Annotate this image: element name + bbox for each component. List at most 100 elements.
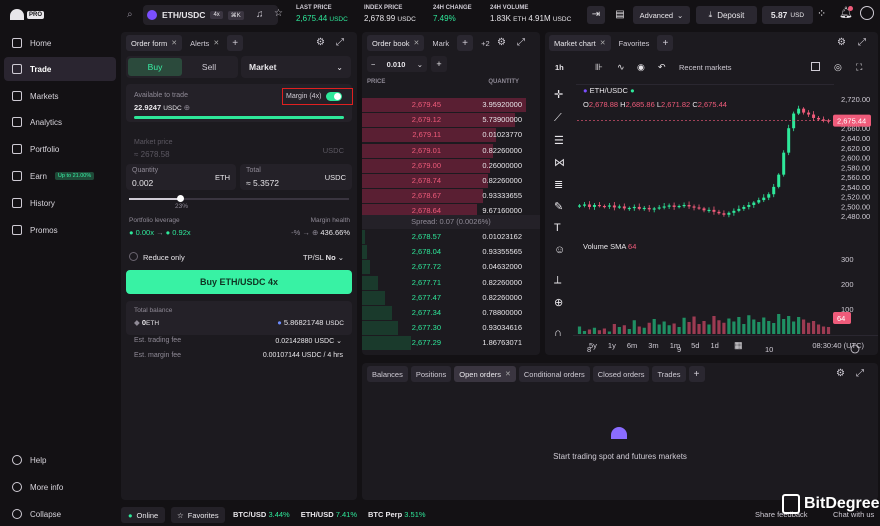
tab-closed-orders[interactable]: Closed orders bbox=[592, 366, 650, 382]
tab-alerts[interactable]: Alerts ✕ bbox=[185, 35, 224, 51]
buy-tab[interactable]: Buy bbox=[128, 58, 182, 76]
advanced-dropdown[interactable]: Advanced ⌄ bbox=[633, 6, 690, 24]
apps-grid-icon[interactable]: ⁘ bbox=[817, 7, 826, 20]
fullscreen-icon[interactable]: ⛶ bbox=[856, 62, 862, 73]
range-5y[interactable]: 5y bbox=[589, 341, 597, 350]
sidebar-item-more-info[interactable]: More info bbox=[4, 475, 116, 499]
online-indicator[interactable]: ● Online bbox=[121, 507, 166, 523]
settings-gear-icon[interactable]: ⚙ bbox=[837, 37, 846, 48]
search-icon[interactable]: ⌕ bbox=[127, 9, 133, 20]
quantity-field[interactable]: Quantity 0.002 ETH bbox=[126, 164, 236, 190]
ask-row[interactable]: 2,678.67 0.93333655 bbox=[362, 189, 526, 204]
settings-gear-icon[interactable]: ⚙ bbox=[836, 368, 845, 379]
tab-order-form[interactable]: Order form ✕ bbox=[126, 35, 183, 51]
tab-market-chart[interactable]: Market chart ✕ bbox=[549, 35, 611, 51]
undo-icon[interactable]: ↶ bbox=[658, 62, 666, 73]
add-tab-icon[interactable]: + bbox=[657, 35, 674, 51]
recent-markets[interactable]: Recent markets bbox=[679, 63, 732, 72]
tab-trades[interactable]: Trades bbox=[652, 366, 686, 382]
fee-value[interactable]: 0.02142880 USDC ⌄ bbox=[275, 337, 342, 345]
tab-open-orders[interactable]: Open orders ✕ bbox=[454, 366, 516, 382]
total-field[interactable]: Total ≈ 5.3572 USDC bbox=[240, 164, 352, 190]
expand-arrows-icon[interactable]: ⤢ bbox=[517, 37, 525, 48]
sidebar-item-label: Trade bbox=[30, 64, 52, 74]
sidebar-item-analytics[interactable]: Analytics bbox=[4, 110, 116, 134]
tab-mark[interactable]: Mark bbox=[427, 35, 454, 51]
tab-positions[interactable]: Positions bbox=[410, 366, 452, 382]
kraken-pro-logo[interactable]: PRO bbox=[10, 9, 45, 20]
sidebar-item-help[interactable]: Help bbox=[4, 448, 116, 472]
bid-row[interactable]: 2,677.47 0.82260000 bbox=[362, 290, 526, 306]
calendar-icon[interactable]: ▦ bbox=[734, 340, 743, 351]
submit-buy-button[interactable]: Buy ETH/USDC 4x bbox=[126, 270, 352, 294]
balance-button[interactable]: 5.87 USD bbox=[762, 6, 813, 24]
ask-row[interactable]: 2,679.01 0.82260000 bbox=[362, 143, 526, 159]
ticker-item[interactable]: ETH/USD 7.41% bbox=[301, 510, 357, 519]
add-tab-icon[interactable]: + bbox=[688, 366, 705, 382]
expand-icon[interactable]: ⇥ bbox=[587, 6, 605, 24]
reduce-only-checkbox[interactable] bbox=[129, 252, 138, 261]
ask-row[interactable]: 2,679.11 0.01023770 bbox=[362, 128, 526, 143]
bid-row[interactable]: 2,678.57 0.01023162 bbox=[362, 230, 526, 245]
margin-toggle[interactable] bbox=[326, 92, 343, 101]
settings-gear-icon[interactable]: ⚙ bbox=[497, 37, 506, 48]
bid-row[interactable]: 2,677.71 0.82260000 bbox=[362, 275, 526, 291]
sidebar-item-collapse[interactable]: Collapse bbox=[4, 502, 116, 526]
range-1d[interactable]: 1d bbox=[710, 341, 718, 350]
range-1m[interactable]: 1m bbox=[670, 341, 680, 350]
sidebar-item-trade[interactable]: Trade bbox=[4, 57, 116, 81]
tab-conditional-orders[interactable]: Conditional orders bbox=[518, 366, 590, 382]
favorites-button[interactable]: ☆ Favorites bbox=[171, 507, 225, 523]
bid-row[interactable]: 2,677.72 0.04632000 bbox=[362, 260, 526, 275]
bid-row[interactable]: 2,678.04 0.93355565 bbox=[362, 245, 526, 260]
profile-icon[interactable] bbox=[860, 6, 874, 20]
eye-icon[interactable]: ◉ bbox=[637, 62, 645, 73]
expand-arrows-icon[interactable]: ⤢ bbox=[856, 368, 864, 379]
bell-icon[interactable]: ♫ bbox=[256, 9, 264, 20]
ask-row[interactable]: 2,679.00 0.26000000 bbox=[362, 158, 526, 174]
sidebar-item-markets[interactable]: Markets bbox=[4, 84, 116, 108]
sell-tab[interactable]: Sell bbox=[182, 58, 236, 76]
add-tab-icon[interactable]: + bbox=[457, 35, 474, 51]
order-type-select[interactable]: Market ⌄ bbox=[241, 56, 351, 78]
ticker-item[interactable]: BTC/USD 3.44% bbox=[233, 510, 290, 519]
bid-row[interactable]: 2,677.30 0.93034616 bbox=[362, 321, 526, 336]
sidebar-item-earn[interactable]: Earn Up to 21.00% bbox=[4, 164, 116, 188]
interval-select[interactable]: 1h bbox=[555, 63, 564, 72]
tpsl-select[interactable]: TP/SL No ⌄ bbox=[303, 253, 344, 262]
tab-order-book[interactable]: Order book ✕ bbox=[367, 35, 425, 51]
range-1y[interactable]: 1y bbox=[608, 341, 616, 350]
deposit-button[interactable]: ⤓ Deposit bbox=[696, 6, 757, 24]
tab-favorites[interactable]: Favorites bbox=[614, 35, 655, 51]
checkbox-icon[interactable] bbox=[811, 62, 820, 71]
ticker-item[interactable]: BTC Perp 3.51% bbox=[368, 510, 426, 519]
range-5d[interactable]: 5d bbox=[691, 341, 699, 350]
sidebar-item-label: Promos bbox=[30, 225, 58, 235]
ask-row[interactable]: 2,679.45 3.95920000 bbox=[362, 98, 526, 113]
indicators-icon[interactable]: ∿ bbox=[617, 62, 625, 73]
sidebar-item-promos[interactable]: Promos bbox=[4, 218, 116, 242]
settings-gear-icon[interactable]: ⚙ bbox=[316, 37, 325, 48]
expand-arrows-icon[interactable]: ⤢ bbox=[336, 37, 344, 48]
ask-row[interactable]: 2,678.74 0.82260000 bbox=[362, 174, 526, 189]
sidebar-item-home[interactable]: Home bbox=[4, 31, 116, 55]
layout-icon[interactable]: ▤ bbox=[611, 6, 629, 24]
range-6m[interactable]: 6m bbox=[627, 341, 637, 350]
bid-row[interactable]: 2,677.29 1.86763071 bbox=[362, 336, 526, 351]
price-step-stepper[interactable]: −0.010 ⌄ bbox=[367, 56, 427, 72]
camera-icon[interactable]: ◎ bbox=[834, 62, 842, 73]
candles-icon[interactable]: ⊪ bbox=[595, 62, 603, 73]
sidebar-item-portfolio[interactable]: Portfolio bbox=[4, 137, 116, 161]
bid-row[interactable]: 2,677.34 0.78800000 bbox=[362, 306, 526, 321]
more-tabs[interactable]: +2 bbox=[476, 35, 495, 51]
star-icon[interactable]: ☆ bbox=[274, 8, 283, 19]
plus-icon[interactable]: + bbox=[431, 56, 447, 72]
tab-balances[interactable]: Balances bbox=[367, 366, 408, 382]
sidebar-item-history[interactable]: History bbox=[4, 191, 116, 215]
amount-slider-handle[interactable] bbox=[177, 195, 184, 202]
add-tab-icon[interactable]: + bbox=[227, 35, 244, 51]
expand-arrows-icon[interactable]: ⤢ bbox=[858, 37, 866, 48]
ask-row[interactable]: 2,679.12 5.73900000 bbox=[362, 113, 526, 128]
price-chart[interactable]: 2,720.002,660.002,640.002,620.002,600.00… bbox=[545, 84, 878, 355]
range-3m[interactable]: 3m bbox=[648, 341, 658, 350]
